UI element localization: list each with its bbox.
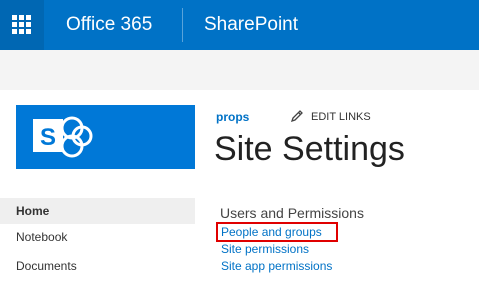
site-permissions-link[interactable]: Site permissions	[221, 242, 309, 256]
site-app-permissions-link[interactable]: Site app permissions	[221, 259, 332, 273]
waffle-grid-icon	[12, 15, 32, 35]
users-permissions-heading: Users and Permissions	[220, 205, 364, 221]
site-breadcrumb-link[interactable]: props	[216, 110, 249, 124]
nav-item-notebook[interactable]: Notebook	[0, 224, 195, 250]
sharepoint-title[interactable]: SharePoint	[204, 0, 298, 50]
people-and-groups-link[interactable]: People and groups	[221, 225, 322, 239]
sharepoint-logo-icon: S	[33, 116, 93, 158]
site-logo[interactable]: S	[16, 105, 195, 169]
nav-item-documents[interactable]: Documents	[0, 253, 195, 279]
suite-bar: Office 365 SharePoint	[0, 0, 479, 50]
page-title: Site Settings	[214, 130, 405, 168]
suite-divider	[182, 8, 183, 42]
command-bar	[0, 50, 479, 90]
app-launcher-button[interactable]	[0, 0, 44, 50]
edit-links-label: EDIT LINKS	[311, 111, 371, 123]
pencil-icon	[290, 110, 303, 123]
nav-item-home[interactable]: Home	[0, 198, 195, 224]
office-365-title[interactable]: Office 365	[66, 0, 152, 50]
svg-text:S: S	[40, 124, 56, 151]
